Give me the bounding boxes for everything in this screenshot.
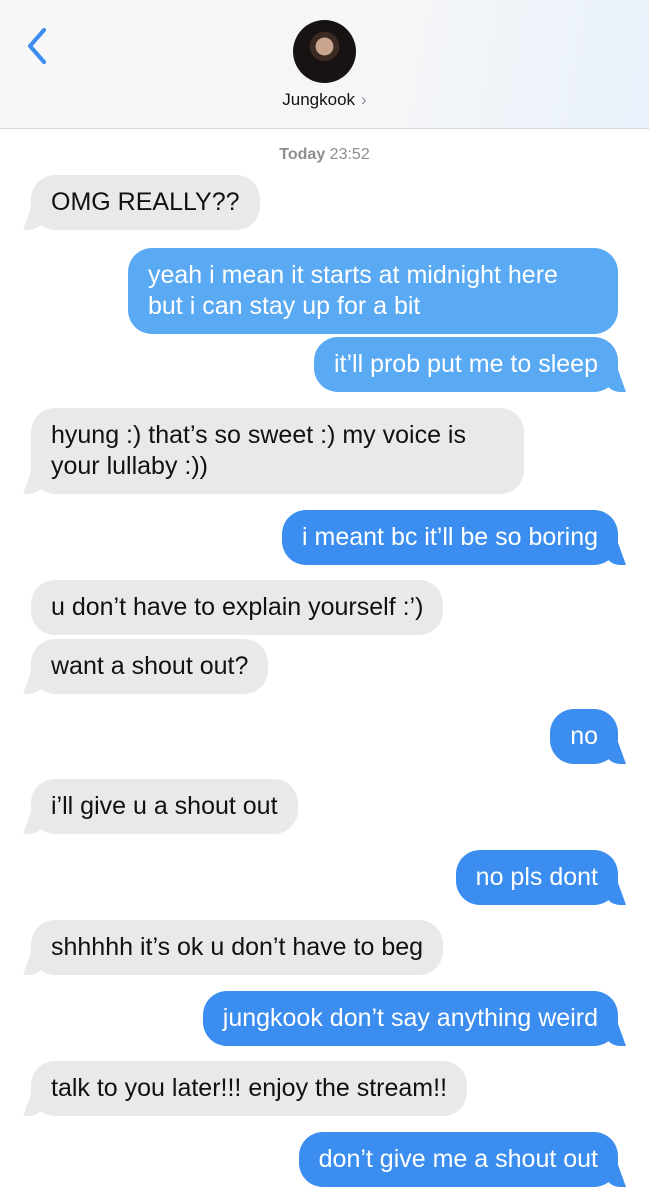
message-sent[interactable]: yeah i mean it starts at midnight here b… [128, 248, 618, 334]
message-received[interactable]: talk to you later!!! enjoy the stream!! [31, 1061, 468, 1116]
timestamp: Today 23:52 [0, 146, 649, 164]
message-text: yeah i mean it starts at midnight here [148, 261, 558, 289]
message-text: i meant bc it’ll be so boring [302, 523, 598, 551]
message-sent[interactable]: it’ll prob put me to sleep [313, 337, 618, 392]
chevron-left-icon [28, 28, 46, 64]
message-text: but i can stay up for a bit [148, 292, 421, 320]
conversation-header: Jungkook › [0, 0, 649, 129]
message-text: no [570, 722, 598, 750]
message-sent[interactable]: don’t give me a shout out [298, 1132, 618, 1187]
message-text: shhhhh it’s ok u don’t have to beg [51, 933, 424, 961]
contact-name: Jungkook [282, 90, 356, 109]
contact-name-button[interactable]: Jungkook › [0, 90, 649, 110]
back-button[interactable] [22, 26, 52, 66]
message-text: your lullaby :)) [51, 452, 208, 480]
avatar[interactable] [293, 20, 356, 83]
message-text: talk to you later!!! enjoy the stream!! [51, 1074, 448, 1102]
chevron-right-icon: › [361, 90, 367, 109]
timestamp-day: Today [279, 146, 326, 163]
message-received[interactable]: want a shout out? [31, 639, 269, 694]
message-received[interactable]: u don’t have to explain yourself :’) [31, 580, 444, 635]
message-received[interactable]: hyung :) that’s so sweet :) my voice is … [31, 408, 524, 494]
message-text: it’ll prob put me to sleep [333, 350, 598, 378]
message-sent[interactable]: i meant bc it’ll be so boring [282, 510, 618, 565]
message-received[interactable]: i’ll give u a shout out [31, 779, 298, 834]
message-text: want a shout out? [51, 652, 249, 680]
message-sent[interactable]: no [550, 709, 618, 764]
message-text: jungkook don’t say anything weird [222, 1004, 598, 1032]
message-received[interactable]: shhhhh it’s ok u don’t have to beg [31, 920, 444, 975]
message-text: no pls dont [475, 863, 598, 891]
message-text: u don’t have to explain yourself :’) [51, 593, 424, 621]
message-text: hyung :) that’s so sweet :) my voice is [51, 421, 466, 449]
message-text: don’t give me a shout out [318, 1145, 598, 1173]
message-received[interactable]: OMG REALLY?? [31, 175, 260, 230]
timestamp-time: 23:52 [329, 146, 370, 163]
message-text: OMG REALLY?? [51, 188, 240, 216]
message-text: i’ll give u a shout out [51, 792, 278, 820]
message-sent[interactable]: jungkook don’t say anything weird [202, 991, 618, 1046]
message-sent[interactable]: no pls dont [455, 850, 618, 905]
